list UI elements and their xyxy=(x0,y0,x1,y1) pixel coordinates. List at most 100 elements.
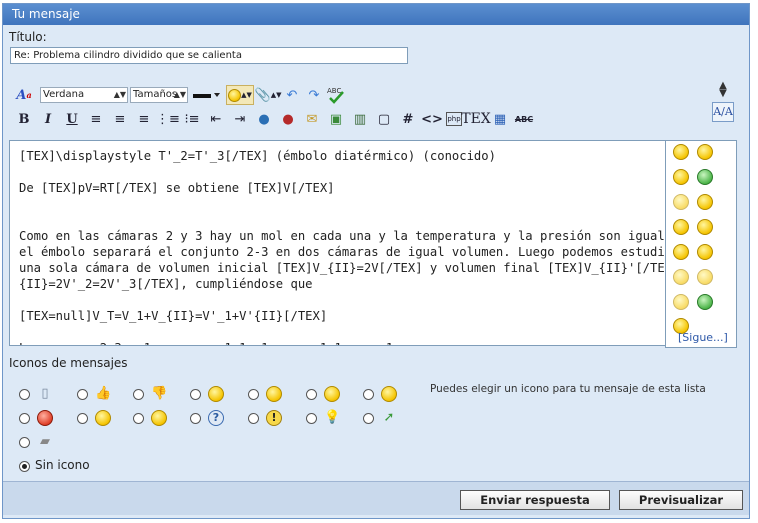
grin-icon[interactable] xyxy=(697,169,713,185)
php-icon[interactable]: php xyxy=(446,112,462,126)
align-left-icon[interactable]: ≡ xyxy=(86,109,106,129)
thumbs-up-icon: 👍 xyxy=(95,386,112,401)
title-label: Título: xyxy=(9,30,47,44)
icon-radio[interactable] xyxy=(306,413,317,424)
bold-icon[interactable]: B xyxy=(14,109,34,129)
icon-radio[interactable] xyxy=(77,413,88,424)
surprised-icon[interactable] xyxy=(673,169,689,185)
toolbar-row-2: B I U ≡ ≡ ≡ ⋮≡ ⁝≡ ⇤ ⇥ ● ● ✉ ▣ ▥ ▢ # <> p… xyxy=(14,108,534,130)
editor-line: [TEX]\displaystyle T'_2=T'_3[/TEX] (émbo… xyxy=(19,149,496,163)
unlink-icon[interactable]: ● xyxy=(278,109,298,129)
unordered-list-icon[interactable]: ⁝≡ xyxy=(182,109,202,129)
undo-icon[interactable]: ↶ xyxy=(282,85,302,105)
preview-button[interactable]: Previsualizar xyxy=(619,490,743,510)
image-icon[interactable]: ▣ xyxy=(326,109,346,129)
laugh-icon[interactable] xyxy=(673,294,689,310)
grin-icon xyxy=(266,386,282,402)
icon-radio[interactable] xyxy=(190,389,201,400)
hash-icon[interactable]: # xyxy=(398,109,418,129)
align-right-icon[interactable]: ≡ xyxy=(134,109,154,129)
font-color-icon[interactable]: Aa xyxy=(14,85,34,105)
font-select[interactable]: Verdana ▲▼ xyxy=(40,87,128,103)
align-center-icon[interactable]: ≡ xyxy=(110,109,130,129)
arrow-icon: ➚ xyxy=(383,410,395,425)
size-select-arrow-icon: ▲▼ xyxy=(173,90,186,99)
strike-icon[interactable]: ABC xyxy=(514,109,534,129)
confused-icon[interactable] xyxy=(673,219,689,235)
link-icon[interactable]: ● xyxy=(254,109,274,129)
underline-icon[interactable]: U xyxy=(62,109,82,129)
panel-title: Tu mensaje xyxy=(3,4,749,25)
redo-icon[interactable]: ↷ xyxy=(304,85,324,105)
icon-radio[interactable] xyxy=(133,389,144,400)
icon-radio[interactable] xyxy=(19,437,30,448)
big-grin-icon xyxy=(324,386,340,402)
icon-radio[interactable] xyxy=(190,413,201,424)
smiley-icon[interactable] xyxy=(673,144,689,160)
more-smilies-link[interactable]: [Sigue...] xyxy=(678,331,728,344)
embarrassed-icon[interactable] xyxy=(673,269,689,285)
ordered-list-icon[interactable]: ⋮≡ xyxy=(156,109,180,129)
icon-radio[interactable] xyxy=(363,389,374,400)
icon-radio[interactable] xyxy=(77,389,88,400)
outdent-icon[interactable]: ⇤ xyxy=(206,109,226,129)
worried-icon[interactable] xyxy=(697,194,713,210)
message-icons-hint: Puedes elegir un icono para tu mensaje d… xyxy=(430,383,706,395)
document-icon: ▯ xyxy=(41,386,49,401)
editor-resize-control[interactable]: ▲ ▼ A/A xyxy=(712,80,734,122)
italic-icon[interactable]: I xyxy=(38,109,58,129)
icon-radio[interactable] xyxy=(306,389,317,400)
blush-icon[interactable] xyxy=(697,269,713,285)
font-select-value: Verdana xyxy=(43,89,85,100)
svg-text:ABC: ABC xyxy=(327,87,341,95)
icon-radio[interactable] xyxy=(363,413,374,424)
editor-line: De [TEX]pV=RT[/TEX] se obtiene [TEX]V[/T… xyxy=(19,181,335,195)
icon-radio[interactable] xyxy=(19,413,30,424)
size-select[interactable]: Tamaños ▲▼ xyxy=(130,87,188,103)
smile-icon xyxy=(95,410,111,426)
editor-line: el émbolo separará el conjunto 2-3 en do… xyxy=(19,245,666,259)
attach-icon[interactable]: 📎 ▲▼ xyxy=(255,85,282,105)
table-icon[interactable]: ▦ xyxy=(490,109,510,129)
email-icon[interactable]: ✉ xyxy=(302,109,322,129)
editor-line: [TEX=null]V_T=V_1+V_{II}=V'_1+V'{II}[/TE… xyxy=(19,309,328,323)
cool-icon[interactable] xyxy=(697,244,713,260)
code-icon[interactable]: <> xyxy=(421,109,443,129)
sad-icon xyxy=(381,386,397,402)
quote-icon[interactable]: ▢ xyxy=(374,109,394,129)
video-icon[interactable]: ▥ xyxy=(350,109,370,129)
icon-radio[interactable] xyxy=(133,413,144,424)
smiley-picker-icon[interactable]: ▲▼ xyxy=(226,85,254,105)
icon-radio[interactable] xyxy=(19,389,30,400)
font-select-arrow-icon: ▲▼ xyxy=(113,90,126,99)
sick-icon[interactable] xyxy=(697,294,713,310)
editor-line: Como en las cámaras 2 y 3 hay un mol en … xyxy=(19,229,665,243)
rolleyes-icon[interactable] xyxy=(673,244,689,260)
title-input[interactable]: Re: Problema cilindro dividido que se ca… xyxy=(10,47,408,64)
note-icon: ▰ xyxy=(40,434,50,449)
tongue-icon[interactable] xyxy=(697,219,713,235)
icon-radio[interactable] xyxy=(248,413,259,424)
spellcheck-icon[interactable]: ABC xyxy=(326,85,346,105)
indent-icon[interactable]: ⇥ xyxy=(230,109,250,129)
switch-editor-icon[interactable]: A/A xyxy=(712,102,734,122)
message-icons-label: Iconos de mensajes xyxy=(9,356,128,370)
wink-icon[interactable] xyxy=(697,144,713,160)
resize-arrows-icon: ▲ ▼ xyxy=(719,80,727,99)
angry-icon xyxy=(37,410,53,426)
icon-radio[interactable] xyxy=(248,389,259,400)
message-editor[interactable]: [TEX]\displaystyle T'_2=T'_3[/TEX] (émbo… xyxy=(9,140,666,346)
lightbulb-icon: 💡 xyxy=(324,410,341,425)
no-icon-radio[interactable] xyxy=(19,461,30,472)
question-icon: ? xyxy=(208,410,224,426)
sad-icon[interactable] xyxy=(673,194,689,210)
cool-icon xyxy=(151,410,167,426)
smilies-panel: [Sigue...] xyxy=(665,140,737,348)
submit-reply-button[interactable]: Enviar respuesta xyxy=(460,490,610,510)
text-color-icon[interactable] xyxy=(190,85,224,105)
tex-icon[interactable]: TEX xyxy=(461,109,491,129)
wink-icon xyxy=(208,386,224,402)
